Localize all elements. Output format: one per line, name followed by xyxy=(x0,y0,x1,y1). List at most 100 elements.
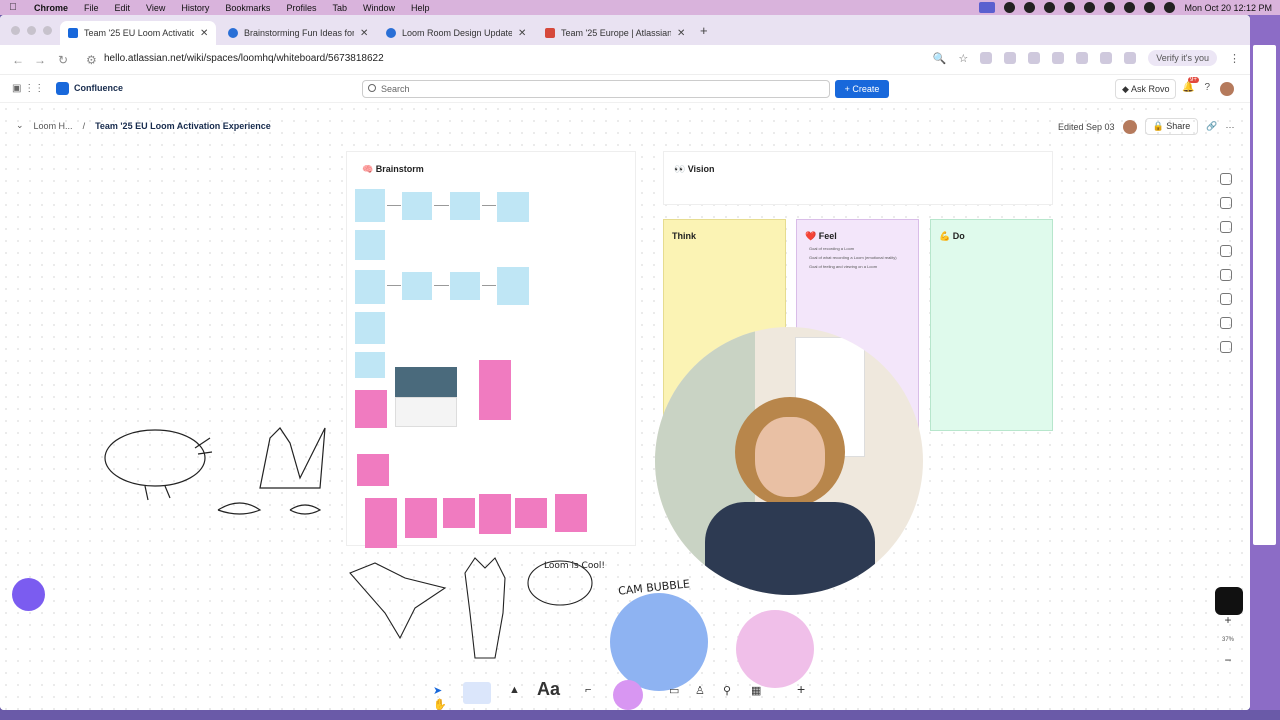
vision-frame[interactable]: 👀 Vision xyxy=(663,151,1053,205)
sticky-note[interactable] xyxy=(357,454,389,486)
extension-icon[interactable] xyxy=(1004,52,1017,64)
sticky-note[interactable] xyxy=(355,230,385,260)
sticky-note[interactable] xyxy=(443,498,475,528)
menu-view[interactable]: View xyxy=(138,3,173,13)
menu-app-name[interactable]: Chrome xyxy=(26,3,76,13)
sticky-note[interactable] xyxy=(355,270,385,304)
link-tool-icon[interactable]: ⚲ xyxy=(723,684,731,697)
marker-tool-icon[interactable]: ▲ xyxy=(509,684,520,696)
sticky-note[interactable] xyxy=(355,352,385,378)
wifi-icon[interactable] xyxy=(1124,2,1136,13)
create-button[interactable]: + Create xyxy=(835,80,889,98)
product-name[interactable]: Confluence xyxy=(74,83,123,93)
browser-tab[interactable]: Team '25 Europe | Atlassian H ✕ xyxy=(537,21,693,45)
extension-icon[interactable] xyxy=(980,52,993,64)
magic-icon[interactable] xyxy=(1220,173,1232,185)
collapse-chevron-icon[interactable]: ⌄ xyxy=(16,120,24,131)
zoom-icon[interactable]: 🔍 xyxy=(933,52,947,65)
info-icon[interactable] xyxy=(1220,221,1232,233)
sticky-note[interactable] xyxy=(497,267,529,305)
forward-icon[interactable]: → xyxy=(34,53,46,67)
menu-edit[interactable]: Edit xyxy=(107,3,139,13)
color-picker[interactable] xyxy=(613,680,643,710)
loom-camera-bubble[interactable] xyxy=(655,327,923,595)
new-tab-button[interactable]: + xyxy=(700,23,708,38)
sticky-note[interactable] xyxy=(450,192,480,220)
sticky-note[interactable] xyxy=(515,498,547,528)
menu-file[interactable]: File xyxy=(76,3,107,13)
comments-icon[interactable] xyxy=(1220,197,1232,209)
text-tool[interactable]: Aa xyxy=(537,679,560,700)
feel-note[interactable]: Goal of feeling and viewing on a Loom xyxy=(809,264,877,269)
extensions-puzzle-icon[interactable] xyxy=(1076,52,1089,64)
chrome-menu-icon[interactable]: ⋮ xyxy=(1229,52,1240,65)
status-app-icon[interactable] xyxy=(1044,2,1056,13)
loom-record-button[interactable] xyxy=(1215,587,1243,615)
close-tab-icon[interactable]: ✕ xyxy=(677,28,685,39)
close-tab-icon[interactable]: ✕ xyxy=(360,28,368,39)
apple-icon[interactable]:  xyxy=(0,2,26,13)
sticky-note[interactable] xyxy=(479,360,511,420)
tab-search-icon[interactable] xyxy=(1124,52,1137,64)
cat-doodle[interactable] xyxy=(100,418,335,528)
page-title[interactable]: Team '25 EU Loom Activation Experience xyxy=(95,121,271,131)
table-tool-icon[interactable]: ▦ xyxy=(751,684,761,697)
status-app-icon[interactable] xyxy=(1024,2,1036,13)
whiteboard-canvas[interactable]: ⌄ Loom H... / Team '25 EU Loom Activatio… xyxy=(0,103,1250,710)
zoom-in-button[interactable]: + xyxy=(1225,613,1232,627)
sticky-note[interactable] xyxy=(355,390,387,428)
clock[interactable]: Mon Oct 20 12:12 PM xyxy=(1184,3,1272,13)
pen-tool-icon[interactable] xyxy=(463,682,491,704)
extension-icon[interactable] xyxy=(1052,52,1065,64)
doodle-text[interactable]: Loom is Cool! xyxy=(544,561,605,571)
menu-history[interactable]: History xyxy=(173,3,217,13)
rovo-chat-button[interactable] xyxy=(12,578,45,611)
maximize-window-button[interactable] xyxy=(43,26,52,35)
frame-tool-icon[interactable]: ▭ xyxy=(669,684,679,697)
collaborator-avatar[interactable] xyxy=(1122,119,1137,134)
share-button[interactable]: 🔒 Share xyxy=(1144,118,1199,135)
zoom-level[interactable]: 37% xyxy=(1222,637,1234,643)
pen-icon[interactable] xyxy=(1220,341,1232,353)
sticky-note[interactable] xyxy=(405,498,437,538)
minimize-window-button[interactable] xyxy=(27,26,36,35)
avatar[interactable] xyxy=(1220,82,1235,96)
status-app-icon[interactable] xyxy=(1004,2,1016,13)
menu-help[interactable]: Help xyxy=(403,3,438,13)
brainstorm-frame[interactable]: 🧠 Brainstorm xyxy=(346,151,636,548)
breadcrumb-parent[interactable]: Loom H... xyxy=(34,121,73,131)
battery-icon[interactable] xyxy=(1104,2,1116,13)
sticky-note[interactable] xyxy=(355,189,385,222)
browser-tab[interactable]: Team '25 EU Loom Activatio ✕ xyxy=(60,21,217,45)
sidepanel-icon[interactable] xyxy=(1100,52,1113,64)
stamp-icon[interactable] xyxy=(1220,293,1232,305)
extension-icon[interactable] xyxy=(1028,52,1041,64)
search-input[interactable]: Search xyxy=(362,80,830,98)
screen-record-icon[interactable] xyxy=(979,2,996,13)
select-tool-icon[interactable]: ➤ xyxy=(433,684,442,697)
confluence-logo-icon[interactable] xyxy=(56,82,69,95)
url-field[interactable]: hello.atlassian.net/wiki/spaces/loomhq/w… xyxy=(104,53,384,64)
back-icon[interactable]: ← xyxy=(12,53,24,67)
notifications-icon[interactable]: 🔔 xyxy=(1182,82,1194,96)
add-tool-icon[interactable]: + xyxy=(797,681,805,697)
stamp-tool-icon[interactable]: ♙ xyxy=(695,684,705,697)
sticky-note[interactable] xyxy=(450,272,480,300)
zoom-out-button[interactable]: − xyxy=(1225,653,1232,667)
menu-bookmarks[interactable]: Bookmarks xyxy=(217,3,278,13)
do-column[interactable]: 💪 Do xyxy=(930,219,1053,431)
bookmark-star-icon[interactable]: ☆ xyxy=(958,52,968,65)
cloud-icon[interactable] xyxy=(1064,2,1076,13)
sticky-note[interactable] xyxy=(479,494,511,534)
browser-tab[interactable]: Brainstorming Fun Ideas for T ✕ xyxy=(220,21,376,45)
photo-card[interactable] xyxy=(395,367,457,397)
video-icon[interactable] xyxy=(1220,245,1232,257)
sticky-note[interactable] xyxy=(497,192,529,222)
close-tab-icon[interactable]: ✕ xyxy=(518,28,526,39)
hand-tool-icon[interactable]: ✋ xyxy=(433,698,447,710)
timer-icon[interactable] xyxy=(1220,317,1232,329)
help-icon[interactable]: ? xyxy=(1204,82,1210,96)
browser-tab[interactable]: Loom Room Design Update a ✕ xyxy=(378,21,534,45)
feel-note[interactable]: Goal of what recording a Loom (emotional… xyxy=(809,255,897,260)
edited-date[interactable]: Edited Sep 03 xyxy=(1058,122,1115,132)
